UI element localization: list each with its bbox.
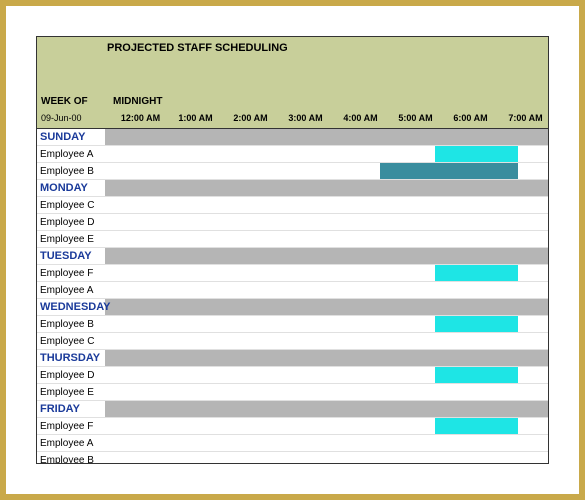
employee-label: Employee A xyxy=(37,285,105,296)
hour-label: 4:00 AM xyxy=(333,113,388,123)
schedule-body: SUNDAY Employee A Employee B MONDAY Employee… xyxy=(37,129,548,464)
week-date: 09-Jun-00 xyxy=(41,113,82,123)
day-row: THURSDAY xyxy=(37,350,548,367)
employee-label: Employee E xyxy=(37,234,105,245)
employee-row: Employee B xyxy=(37,163,548,180)
hour-label: 2:00 AM xyxy=(223,113,278,123)
employee-row: Employee D xyxy=(37,367,548,384)
schedule-bar xyxy=(435,367,518,383)
hour-label: 6:00 AM xyxy=(443,113,498,123)
day-label: SUNDAY xyxy=(37,131,105,143)
hour-label: 1:00 AM xyxy=(168,113,223,123)
day-band xyxy=(105,350,548,366)
schedule-bar xyxy=(380,163,518,179)
employee-label: Employee A xyxy=(37,438,105,449)
hours-row: 12:00 AM1:00 AM2:00 AM3:00 AM4:00 AM5:00… xyxy=(113,113,548,123)
employee-row: Employee E xyxy=(37,231,548,248)
day-band xyxy=(105,299,548,315)
employee-label: Employee A xyxy=(37,149,105,160)
employee-label: Employee D xyxy=(37,370,105,381)
hour-label: 5:00 AM xyxy=(388,113,443,123)
employee-row: Employee A xyxy=(37,282,548,299)
header-band: PROJECTED STAFF SCHEDULING WEEK OF MIDNI… xyxy=(37,37,548,129)
day-band xyxy=(105,401,548,417)
day-band xyxy=(105,180,548,196)
employee-label: Employee C xyxy=(37,336,105,347)
hour-label: 3:00 AM xyxy=(278,113,333,123)
employee-label: Employee F xyxy=(37,268,105,279)
employee-row: Employee A xyxy=(37,435,548,452)
employee-label: Employee B xyxy=(37,319,105,330)
schedule-bar xyxy=(435,265,518,281)
employee-row: Employee C xyxy=(37,197,548,214)
day-label: THURSDAY xyxy=(37,352,105,364)
employee-row: Employee D xyxy=(37,214,548,231)
day-row: WEDNESDAY xyxy=(37,299,548,316)
day-row: MONDAY xyxy=(37,180,548,197)
schedule-bar xyxy=(435,316,518,332)
day-row: SUNDAY xyxy=(37,129,548,146)
sheet-title: PROJECTED STAFF SCHEDULING xyxy=(107,42,288,54)
employee-row: Employee A xyxy=(37,146,548,163)
employee-row: Employee B xyxy=(37,316,548,333)
employee-label: Employee C xyxy=(37,200,105,211)
page-frame: PROJECTED STAFF SCHEDULING WEEK OF MIDNI… xyxy=(6,6,579,494)
hour-label: 7:00 AM xyxy=(498,113,549,123)
employee-row: Employee E xyxy=(37,384,548,401)
hour-label: 12:00 AM xyxy=(113,113,168,123)
employee-label: Employee F xyxy=(37,421,105,432)
employee-row: Employee B xyxy=(37,452,548,464)
midnight-label: MIDNIGHT xyxy=(113,96,162,107)
employee-row: Employee F xyxy=(37,418,548,435)
day-band xyxy=(105,248,548,264)
employee-row: Employee C xyxy=(37,333,548,350)
day-label: WEDNESDAY xyxy=(37,301,111,313)
schedule-sheet: PROJECTED STAFF SCHEDULING WEEK OF MIDNI… xyxy=(36,36,549,464)
day-label: FRIDAY xyxy=(37,403,105,415)
schedule-bar xyxy=(435,146,518,162)
day-label: MONDAY xyxy=(37,182,105,194)
employee-label: Employee E xyxy=(37,387,105,398)
day-row: TUESDAY xyxy=(37,248,548,265)
employee-label: Employee B xyxy=(37,455,105,465)
schedule-bar xyxy=(435,418,518,434)
employee-label: Employee B xyxy=(37,166,105,177)
employee-label: Employee D xyxy=(37,217,105,228)
day-label: TUESDAY xyxy=(37,250,105,262)
day-row: FRIDAY xyxy=(37,401,548,418)
employee-row: Employee F xyxy=(37,265,548,282)
day-band xyxy=(105,129,548,145)
week-of-label: WEEK OF xyxy=(41,96,88,107)
